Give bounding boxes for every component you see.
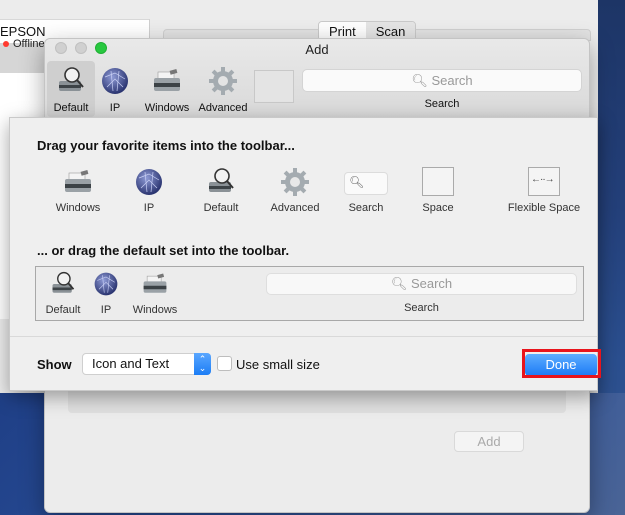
toolbar-item-label: Advanced (198, 102, 248, 114)
default-set-heading: ... or drag the default set into the too… (37, 243, 290, 258)
divider (10, 336, 597, 337)
customize-toolbar-sheet: Drag your favorite items into the toolba… (9, 117, 601, 391)
toolbar-item-windows[interactable]: Windows (137, 61, 197, 117)
printer-icon (143, 273, 167, 293)
printer-magnifier-icon (209, 168, 234, 192)
default-set-item-label: IP (100, 304, 112, 316)
toolbar-item-ip[interactable]: IP (99, 61, 131, 117)
toolbar-search-label: Search (424, 98, 460, 110)
default-toolbar-set[interactable]: Default IP Windows 🔍︎ Search Search (35, 266, 584, 321)
palette-item-windows[interactable]: Windows (48, 166, 108, 222)
palette-item-flexible-space[interactable]: ←··→ Flexible Space (504, 166, 584, 222)
palette-item-default[interactable]: Default (196, 166, 246, 222)
default-set-item-windows: Windows (129, 270, 181, 320)
palette-item-label: Flexible Space (507, 202, 581, 214)
search-placeholder: Search (431, 73, 473, 88)
printer-magnifier-icon (59, 67, 84, 91)
toolbar-search-field[interactable]: 🔍︎ Search (302, 69, 582, 92)
globe-icon (136, 169, 162, 195)
default-set-search-label: Search (404, 302, 439, 314)
palette-item-ip[interactable]: IP (129, 166, 169, 222)
show-mode-value: Icon and Text (92, 356, 170, 371)
show-label: Show (37, 357, 72, 372)
toolbar-item-label: IP (109, 102, 121, 114)
updown-chevron-icon: ⌃⌄ (194, 353, 211, 375)
gear-icon (209, 67, 237, 95)
search-icon: 🔍︎ (349, 175, 365, 189)
palette-item-label: Search (348, 202, 384, 214)
default-set-search-field: 🔍︎ Search (266, 273, 577, 295)
palette-item-search[interactable]: 🔍︎ Search (342, 166, 390, 222)
toolbar-space-placeholder (254, 70, 294, 103)
palette-item-label: IP (143, 202, 155, 214)
add-window-toolbar: Add Default IP Windows Advanced 🔍︎ Searc… (45, 39, 589, 118)
use-small-size-checkbox[interactable] (217, 356, 232, 371)
printer-name: EPSON (0, 24, 46, 39)
palette-item-advanced[interactable]: Advanced (266, 166, 324, 222)
palette-item-space[interactable]: Space (418, 166, 458, 222)
search-placeholder: Search (410, 276, 453, 291)
palette-heading: Drag your favorite items into the toolba… (37, 138, 295, 153)
printer-status: Offline (3, 38, 45, 50)
globe-icon (94, 272, 118, 296)
window-title: Add (305, 42, 329, 57)
default-set-item-label: Default (45, 304, 81, 316)
search-icon: 🔍︎ (390, 276, 408, 291)
offline-status-dot-icon (3, 41, 9, 47)
use-small-size-label[interactable]: Use small size (236, 357, 320, 372)
printer-magnifier-icon (52, 271, 75, 293)
done-button[interactable]: Done (525, 354, 597, 376)
printer-icon (154, 69, 180, 91)
globe-icon (102, 68, 128, 94)
flexible-space-icon: ←··→ (528, 167, 560, 196)
default-set-item-default: Default (42, 270, 84, 320)
printer-icon (65, 170, 91, 192)
show-mode-select[interactable]: Icon and Text ⌃ ⌄ (82, 353, 211, 375)
default-set-item-label: Windows (132, 304, 178, 316)
search-icon: 🔍︎ (411, 73, 428, 88)
search-field-icon: 🔍︎ (344, 172, 388, 195)
add-button[interactable]: Add (454, 431, 524, 452)
toolbar-item-default[interactable]: Default (47, 61, 95, 117)
space-icon (422, 167, 454, 196)
palette-item-label: Space (422, 202, 454, 214)
toolbar-item-label: Default (53, 102, 89, 114)
palette-item-label: Windows (55, 202, 101, 214)
palette-item-label: Default (203, 202, 239, 214)
printer-status-text: Offline (13, 38, 45, 50)
palette-item-label: Advanced (270, 202, 320, 214)
gear-icon (281, 168, 309, 196)
default-set-item-ip: IP (92, 270, 120, 320)
toolbar-item-label: Windows (144, 102, 190, 114)
toolbar-item-advanced[interactable]: Advanced (197, 61, 249, 117)
